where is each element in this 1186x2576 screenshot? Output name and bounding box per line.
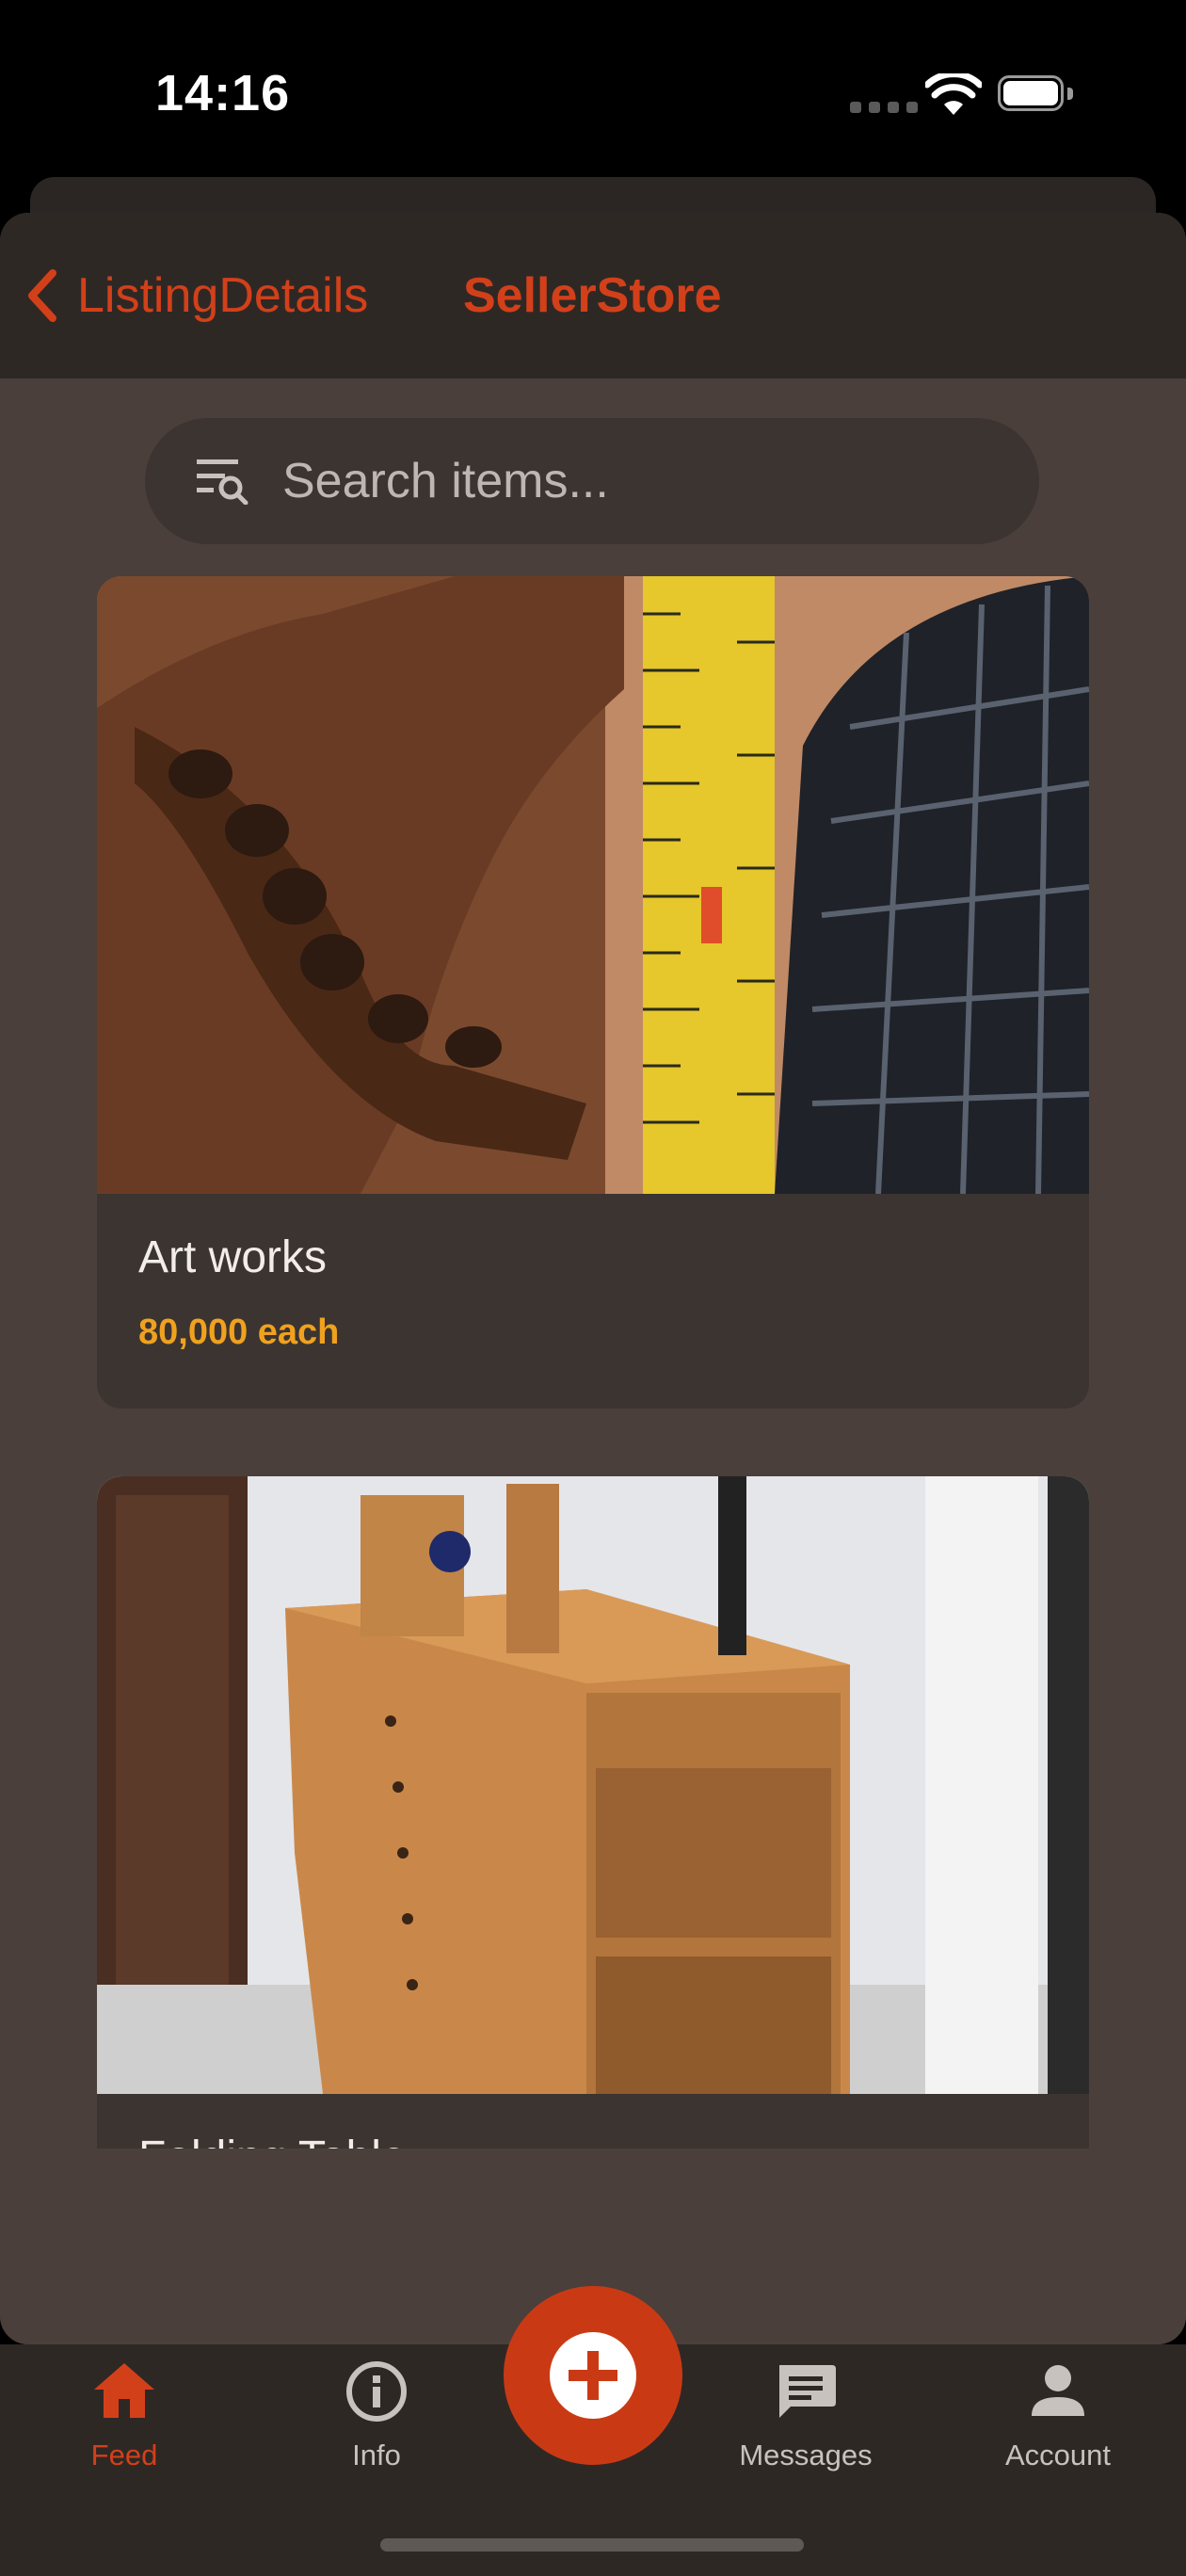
listing-card[interactable]: Art works 80,000 each: [97, 576, 1089, 1409]
listing-image: [97, 576, 1089, 1194]
listing-image: [97, 1476, 1089, 2094]
signal-icon: [850, 102, 918, 113]
tab-messages[interactable]: Messages: [712, 2358, 900, 2472]
search-filter-icon: [197, 459, 248, 505]
wifi-icon: [925, 73, 982, 115]
back-label: ListingDetails: [77, 268, 369, 323]
account-icon: [1032, 2365, 1084, 2416]
add-icon: [550, 2332, 636, 2419]
tab-feed[interactable]: Feed: [30, 2358, 218, 2472]
tab-info[interactable]: Info: [282, 2358, 471, 2472]
seller-store-sheet: ListingDetails SellerStore Search items.…: [0, 213, 1186, 2344]
home-indicator: [380, 2538, 804, 2552]
chevron-left-icon: [28, 269, 56, 322]
listing-price: 80,000 each: [138, 1312, 340, 1352]
navigation-header: ListingDetails SellerStore: [0, 213, 1186, 378]
home-icon: [94, 2363, 154, 2418]
battery-icon: [998, 75, 1077, 113]
status-bar: 14:16: [0, 0, 1186, 179]
tab-account[interactable]: Account: [964, 2358, 1152, 2472]
info-icon: [346, 2361, 407, 2422]
status-time: 14:16: [155, 65, 291, 121]
tab-label: Messages: [739, 2439, 873, 2471]
search-bar[interactable]: [145, 418, 1039, 544]
listing-title: Art works: [138, 1232, 328, 1282]
tab-label: Feed: [90, 2439, 158, 2471]
back-button[interactable]: ListingDetails: [21, 267, 368, 324]
tab-label: Info: [352, 2439, 401, 2471]
tab-label: Account: [1004, 2439, 1111, 2471]
listing-card[interactable]: Folding Table: [97, 1476, 1089, 2230]
message-icon: [779, 2365, 836, 2418]
page-title: SellerStore: [463, 268, 722, 323]
add-listing-button[interactable]: [504, 2286, 682, 2465]
search-input[interactable]: [280, 443, 1000, 520]
